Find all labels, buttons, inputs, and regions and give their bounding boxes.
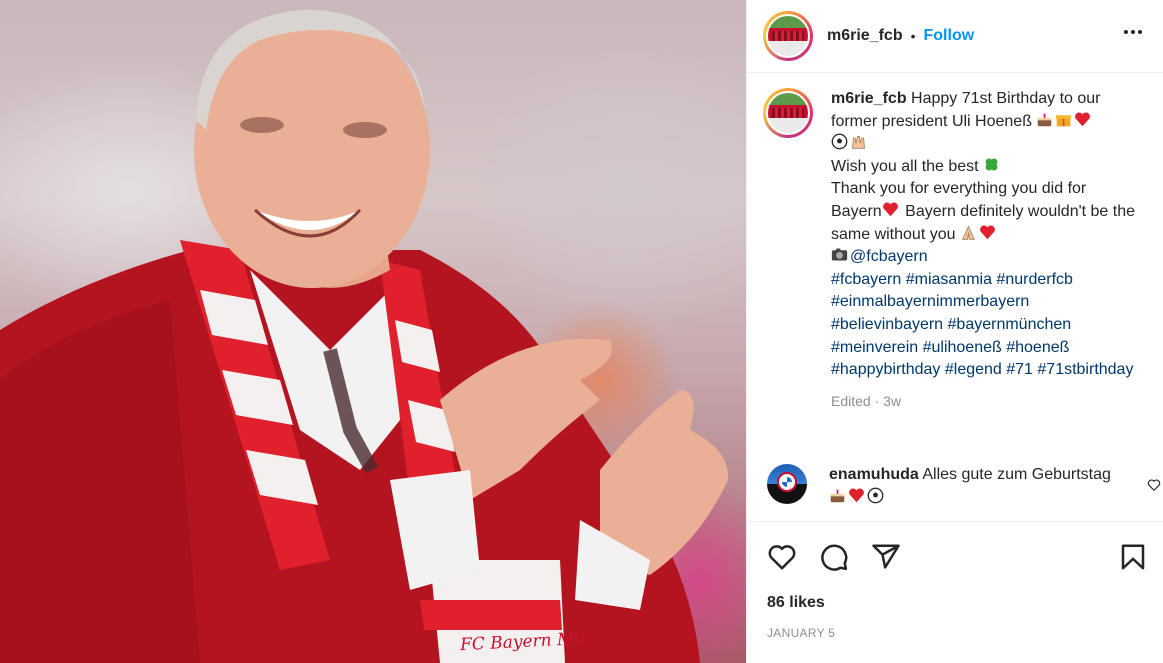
caption-username-link[interactable]: m6rie_fcb <box>831 90 907 107</box>
avatar[interactable] <box>763 11 813 61</box>
camera-emoji-icon <box>831 248 848 261</box>
follow-button[interactable]: Follow <box>924 27 975 45</box>
edited-label: Edited <box>831 392 871 409</box>
username-link[interactable]: m6rie_fcb <box>827 27 903 45</box>
caption-text: m6rie_fcb Happy 71st Birthday to our for… <box>831 88 1136 412</box>
comment-item: enamuhuda Alles gute zum Geburtstag <box>767 464 1161 509</box>
post-age[interactable]: 3w <box>883 393 901 409</box>
action-icons <box>767 542 901 572</box>
heart-icon[interactable] <box>767 542 797 572</box>
mention-link[interactable]: @fcbayern <box>850 248 928 265</box>
post-photo[interactable]: FC Bayern Mü <box>0 0 746 663</box>
meta-separator: · <box>870 392 884 409</box>
avatar-image <box>766 14 810 58</box>
cake-emoji-icon <box>1038 113 1052 126</box>
post-side-panel: m6rie_fcb • Follow m6rie_fcb Happy 71st … <box>746 0 1163 663</box>
more-options-icon[interactable] <box>1124 26 1142 38</box>
comment-like-heart-icon[interactable] <box>1147 478 1161 492</box>
caption-meta: Edited · 3w <box>831 390 1136 413</box>
folded-hands-emoji-icon <box>961 225 976 240</box>
comment-body: Alles gute zum Geburtstag <box>918 466 1111 483</box>
post-actions: 86 likes JANUARY 5 <box>747 521 1163 663</box>
comment-text: enamuhuda Alles gute zum Geburtstag <box>829 464 1119 509</box>
photo-illustration <box>0 9 729 663</box>
red-heart-emoji-icon <box>849 488 864 502</box>
soccer-ball-emoji-icon <box>831 133 848 150</box>
caption-line-2: Wish you all the best <box>831 157 979 175</box>
caption-hashtags[interactable]: #fcbayern #miasanmia #nurderfcb #einmalb… <box>831 269 1136 382</box>
separator-dot: • <box>910 28 916 44</box>
red-heart-emoji-icon <box>1075 112 1091 126</box>
avatar-image <box>766 91 810 135</box>
raised-hands-emoji-icon <box>852 136 865 149</box>
soccer-ball-emoji-icon <box>867 487 884 503</box>
red-heart-emoji-icon <box>980 225 995 239</box>
caption: m6rie_fcb Happy 71st Birthday to our for… <box>763 88 1153 412</box>
gift-emoji-icon <box>1056 114 1072 126</box>
post-header: m6rie_fcb • Follow <box>747 0 1163 73</box>
four-leaf-clover-emoji-icon <box>985 158 998 171</box>
share-icon[interactable] <box>871 542 901 572</box>
bookmark-icon[interactable] <box>1118 542 1148 572</box>
caption-avatar[interactable] <box>763 88 813 138</box>
comment-username-link[interactable]: enamuhuda <box>829 466 919 483</box>
comment-icon[interactable] <box>819 542 849 572</box>
red-heart-emoji-icon <box>882 202 898 217</box>
comment-avatar[interactable] <box>767 464 807 504</box>
cake-emoji-icon <box>830 489 845 502</box>
likes-count[interactable]: 86 likes <box>767 594 825 612</box>
save-button[interactable] <box>1118 542 1148 572</box>
post-date[interactable]: JANUARY 5 <box>767 626 835 640</box>
